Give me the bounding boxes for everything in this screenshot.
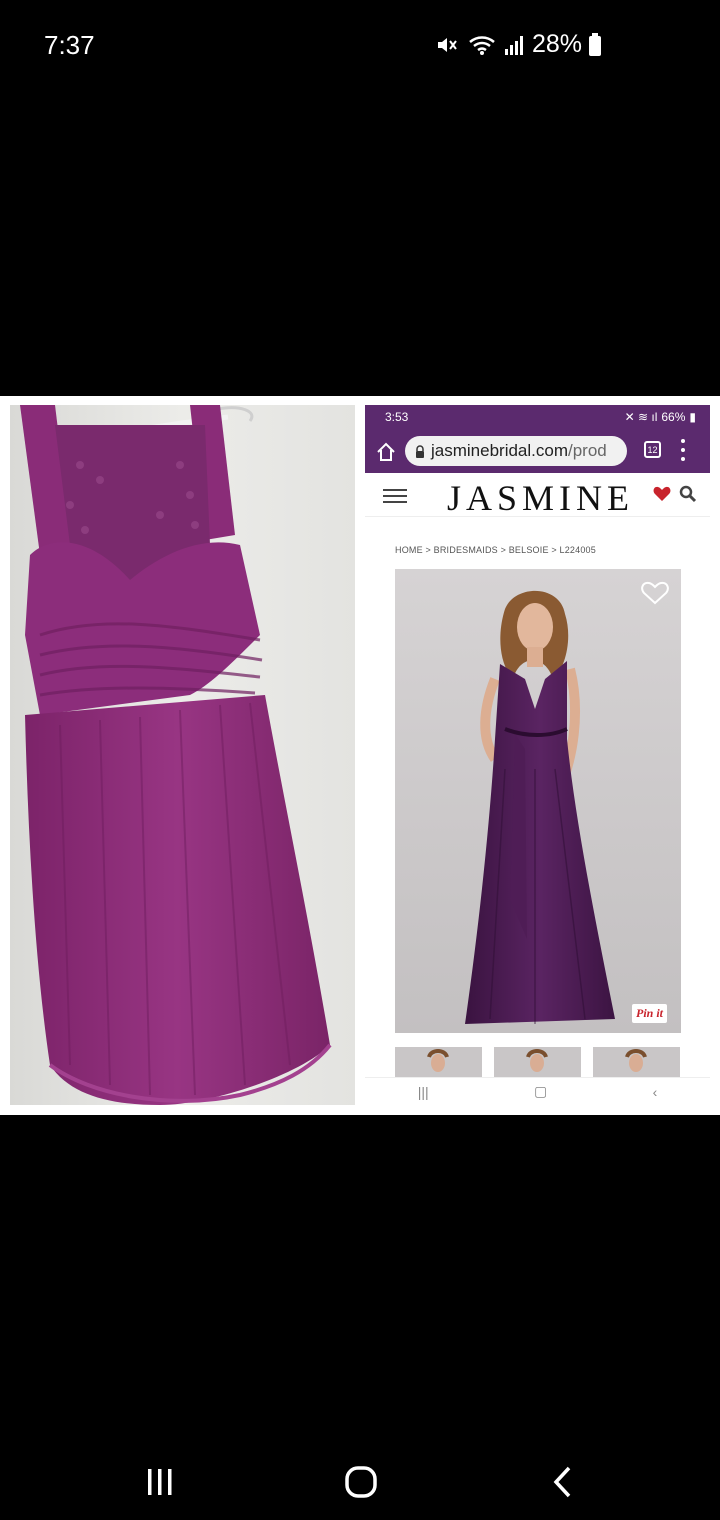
address-bar[interactable]: jasminebridal.com/prod: [405, 436, 627, 466]
product-thumbnail[interactable]: [593, 1047, 680, 1079]
wifi-icon: [469, 35, 495, 55]
recent-apps-button[interactable]: [130, 1462, 190, 1502]
home-circle-icon: [345, 1466, 377, 1498]
status-right: 28%: [436, 30, 602, 59]
search-icon[interactable]: [679, 485, 697, 503]
url-host: jasminebridal.com: [431, 441, 568, 460]
inner-status-right: ✕ ≋ ıl 66% ▮: [625, 410, 696, 424]
battery-icon: [589, 32, 601, 56]
inner-home-icon: ▢: [534, 1083, 548, 1099]
site-header: JASMINE: [365, 473, 710, 519]
breadcrumb: HOME > BRIDESMAIDS > BELSOIE > L224005: [395, 545, 596, 555]
shared-photo[interactable]: 3:53 ✕ ≋ ıl 66% ▮ jasminebridal.com/prod…: [0, 396, 720, 1115]
wishlist-heart-icon[interactable]: [653, 486, 671, 502]
browser-toolbar: jasminebridal.com/prod 12: [365, 429, 710, 473]
inner-battery-icon: ▮: [689, 410, 696, 424]
inner-navigation-bar: ||| ▢ ‹: [365, 1077, 710, 1105]
back-chevron-icon: [553, 1466, 571, 1498]
site-logo[interactable]: JASMINE: [447, 477, 634, 519]
inner-back-icon: ‹: [652, 1083, 658, 1100]
tab-switcher-button[interactable]: 12: [644, 441, 661, 458]
hamburger-menu-icon[interactable]: [383, 489, 407, 503]
inner-battery: 66%: [661, 410, 686, 424]
phone-screen: 7:37 28% 3:53 ✕ ≋ ıl 66% ▮ jasminebridal…: [0, 0, 720, 1520]
signal-icon: [504, 35, 523, 55]
mute-vibrate-icon: [437, 37, 457, 52]
home-button[interactable]: [331, 1462, 391, 1502]
nested-screenshot: 3:53 ✕ ≋ ıl 66% ▮ jasminebridal.com/prod…: [365, 405, 710, 1105]
inner-status-bar: 3:53 ✕ ≋ ıl 66% ▮: [365, 405, 710, 429]
navigation-bar: [0, 1440, 720, 1520]
thumbnail-strip: [395, 1047, 680, 1079]
status-time: 7:37: [44, 30, 95, 60]
product-image[interactable]: Pin it: [395, 569, 681, 1033]
url-path: /prod: [568, 441, 607, 460]
product-thumbnail[interactable]: [494, 1047, 581, 1079]
lock-icon: [416, 444, 424, 458]
battery-percent: 28%: [531, 30, 582, 58]
favorite-heart-icon[interactable]: [641, 581, 669, 605]
product-thumbnail[interactable]: [395, 1047, 482, 1079]
inner-signal-icon: ✕ ≋ ıl: [624, 410, 658, 424]
overflow-menu-icon[interactable]: [679, 439, 687, 461]
pinit-button[interactable]: Pin it: [631, 1004, 667, 1023]
back-button[interactable]: [533, 1462, 593, 1502]
status-bar: 7:37 28%: [0, 0, 720, 92]
tab-count: 12: [647, 444, 658, 455]
inner-status-time: 3:53: [385, 410, 409, 424]
recent-apps-icon: [148, 1469, 172, 1495]
dress-photo: [10, 405, 355, 1105]
inner-recent-apps-icon: |||: [417, 1083, 429, 1100]
home-icon[interactable]: [375, 441, 397, 463]
